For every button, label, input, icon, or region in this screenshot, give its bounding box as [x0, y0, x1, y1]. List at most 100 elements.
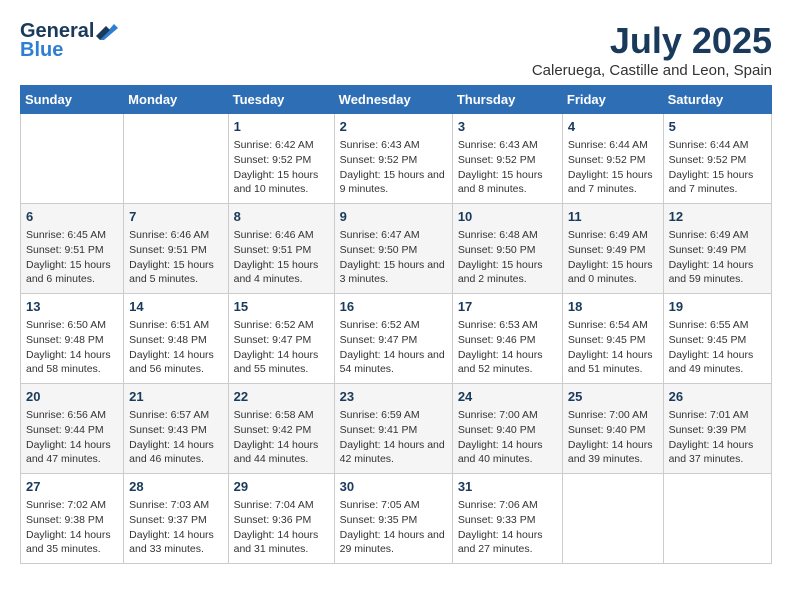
calendar-week-row-5: 27 Sunrise: 7:02 AMSunset: 9:38 PMDayligh… — [21, 474, 772, 564]
logo: General Blue — [20, 20, 118, 62]
calendar-cell: 27 Sunrise: 7:02 AMSunset: 9:38 PMDayligh… — [21, 474, 124, 564]
calendar-cell — [562, 474, 663, 564]
day-info: Sunrise: 6:50 AMSunset: 9:48 PMDaylight:… — [26, 318, 118, 377]
calendar-cell: 1 Sunrise: 6:42 AMSunset: 9:52 PMDaylight… — [228, 114, 334, 204]
day-number: 3 — [458, 118, 557, 136]
day-info: Sunrise: 6:46 AMSunset: 9:51 PMDaylight:… — [234, 228, 329, 287]
calendar-cell — [124, 114, 228, 204]
calendar-week-row-3: 13Sunrise: 6:50 AMSunset: 9:48 PMDayligh… — [21, 294, 772, 384]
calendar-cell: 10 Sunrise: 6:48 AMSunset: 9:50 PMDayligh… — [452, 204, 562, 294]
day-info: Sunrise: 7:05 AMSunset: 9:35 PMDaylight:… — [340, 498, 447, 557]
day-info: Sunrise: 6:48 AMSunset: 9:50 PMDaylight:… — [458, 228, 557, 287]
day-info: Sunrise: 7:02 AMSunset: 9:38 PMDaylight:… — [26, 498, 118, 557]
calendar-cell: 22 Sunrise: 6:58 AMSunset: 9:42 PMDayligh… — [228, 384, 334, 474]
day-number: 8 — [234, 208, 329, 226]
day-number: 10 — [458, 208, 557, 226]
calendar-cell: 21 Sunrise: 6:57 AMSunset: 9:43 PMDayligh… — [124, 384, 228, 474]
day-info: Sunrise: 6:44 AMSunset: 9:52 PMDaylight:… — [669, 138, 766, 197]
calendar-cell: 19 Sunrise: 6:55 AMSunset: 9:45 PMDayligh… — [663, 294, 771, 384]
day-info: Sunrise: 6:49 AMSunset: 9:49 PMDaylight:… — [568, 228, 658, 287]
day-number: 22 — [234, 388, 329, 406]
day-number: 29 — [234, 478, 329, 496]
calendar-cell: 5 Sunrise: 6:44 AMSunset: 9:52 PMDaylight… — [663, 114, 771, 204]
calendar-cell: 26 Sunrise: 7:01 AMSunset: 9:39 PMDayligh… — [663, 384, 771, 474]
day-number: 5 — [669, 118, 766, 136]
day-number: 2 — [340, 118, 447, 136]
calendar-cell: 14 Sunrise: 6:51 AMSunset: 9:48 PMDayligh… — [124, 294, 228, 384]
day-number: 21 — [129, 388, 222, 406]
logo-blue: Blue — [20, 39, 63, 62]
title-block: July 2025 Caleruega, Castille and Leon, … — [532, 20, 772, 79]
day-number: 18 — [568, 298, 658, 316]
day-number: 6 — [26, 208, 118, 226]
calendar-cell: 20 Sunrise: 6:56 AMSunset: 9:44 PMDayligh… — [21, 384, 124, 474]
day-number: 25 — [568, 388, 658, 406]
calendar-week-row-2: 6Sunrise: 6:45 AMSunset: 9:51 PMDaylight… — [21, 204, 772, 294]
day-number: 26 — [669, 388, 766, 406]
day-number: 1 — [234, 118, 329, 136]
header-thursday: Thursday — [452, 86, 562, 114]
day-info: Sunrise: 6:51 AMSunset: 9:48 PMDaylight:… — [129, 318, 222, 377]
calendar-cell: 9Sunrise: 6:47 AMSunset: 9:50 PMDaylight… — [334, 204, 452, 294]
day-info: Sunrise: 7:00 AMSunset: 9:40 PMDaylight:… — [568, 408, 658, 467]
calendar-cell: 29Sunrise: 7:04 AMSunset: 9:36 PMDayligh… — [228, 474, 334, 564]
calendar-week-row-4: 20 Sunrise: 6:56 AMSunset: 9:44 PMDayligh… — [21, 384, 772, 474]
calendar-cell: 17Sunrise: 6:53 AMSunset: 9:46 PMDayligh… — [452, 294, 562, 384]
day-info: Sunrise: 6:42 AMSunset: 9:52 PMDaylight:… — [234, 138, 329, 197]
day-number: 24 — [458, 388, 557, 406]
day-number: 31 — [458, 478, 557, 496]
calendar-cell: 31 Sunrise: 7:06 AMSunset: 9:33 PMDayligh… — [452, 474, 562, 564]
day-info: Sunrise: 6:47 AMSunset: 9:50 PMDaylight:… — [340, 228, 447, 287]
calendar-cell: 6Sunrise: 6:45 AMSunset: 9:51 PMDaylight… — [21, 204, 124, 294]
day-info: Sunrise: 6:46 AMSunset: 9:51 PMDaylight:… — [129, 228, 222, 287]
calendar-cell: 15Sunrise: 6:52 AMSunset: 9:47 PMDayligh… — [228, 294, 334, 384]
calendar-cell: 8 Sunrise: 6:46 AMSunset: 9:51 PMDaylight… — [228, 204, 334, 294]
calendar-table: Sunday Monday Tuesday Wednesday Thursday… — [20, 85, 772, 564]
header-monday: Monday — [124, 86, 228, 114]
calendar-cell: 11 Sunrise: 6:49 AMSunset: 9:49 PMDayligh… — [562, 204, 663, 294]
day-number: 17 — [458, 298, 557, 316]
day-info: Sunrise: 6:52 AMSunset: 9:47 PMDaylight:… — [340, 318, 447, 377]
day-info: Sunrise: 6:56 AMSunset: 9:44 PMDaylight:… — [26, 408, 118, 467]
calendar-cell: 2 Sunrise: 6:43 AMSunset: 9:52 PMDaylight… — [334, 114, 452, 204]
calendar-cell: 3 Sunrise: 6:43 AMSunset: 9:52 PMDaylight… — [452, 114, 562, 204]
day-info: Sunrise: 6:58 AMSunset: 9:42 PMDaylight:… — [234, 408, 329, 467]
day-number: 30 — [340, 478, 447, 496]
day-info: Sunrise: 7:06 AMSunset: 9:33 PMDaylight:… — [458, 498, 557, 557]
day-info: Sunrise: 6:44 AMSunset: 9:52 PMDaylight:… — [568, 138, 658, 197]
day-info: Sunrise: 7:03 AMSunset: 9:37 PMDaylight:… — [129, 498, 222, 557]
day-number: 19 — [669, 298, 766, 316]
day-info: Sunrise: 6:59 AMSunset: 9:41 PMDaylight:… — [340, 408, 447, 467]
calendar-header-row: Sunday Monday Tuesday Wednesday Thursday… — [21, 86, 772, 114]
day-number: 4 — [568, 118, 658, 136]
header-saturday: Saturday — [663, 86, 771, 114]
day-number: 20 — [26, 388, 118, 406]
calendar-cell: 24 Sunrise: 7:00 AMSunset: 9:40 PMDayligh… — [452, 384, 562, 474]
day-number: 11 — [568, 208, 658, 226]
page-header: General Blue July 2025 Caleruega, Castil… — [20, 20, 772, 79]
calendar-cell: 13Sunrise: 6:50 AMSunset: 9:48 PMDayligh… — [21, 294, 124, 384]
calendar-cell: 30 Sunrise: 7:05 AMSunset: 9:35 PMDayligh… — [334, 474, 452, 564]
day-info: Sunrise: 6:43 AMSunset: 9:52 PMDaylight:… — [340, 138, 447, 197]
day-info: Sunrise: 6:43 AMSunset: 9:52 PMDaylight:… — [458, 138, 557, 197]
calendar-cell: 12Sunrise: 6:49 AMSunset: 9:49 PMDayligh… — [663, 204, 771, 294]
day-number: 7 — [129, 208, 222, 226]
calendar-cell: 4 Sunrise: 6:44 AMSunset: 9:52 PMDaylight… — [562, 114, 663, 204]
day-number: 14 — [129, 298, 222, 316]
day-info: Sunrise: 6:55 AMSunset: 9:45 PMDaylight:… — [669, 318, 766, 377]
day-info: Sunrise: 7:01 AMSunset: 9:39 PMDaylight:… — [669, 408, 766, 467]
header-friday: Friday — [562, 86, 663, 114]
calendar-cell: 7 Sunrise: 6:46 AMSunset: 9:51 PMDaylight… — [124, 204, 228, 294]
calendar-cell: 25 Sunrise: 7:00 AMSunset: 9:40 PMDayligh… — [562, 384, 663, 474]
month-year-title: July 2025 — [532, 20, 772, 62]
day-number: 27 — [26, 478, 118, 496]
day-info: Sunrise: 7:00 AMSunset: 9:40 PMDaylight:… — [458, 408, 557, 467]
calendar-week-row-1: 1 Sunrise: 6:42 AMSunset: 9:52 PMDaylight… — [21, 114, 772, 204]
calendar-cell — [21, 114, 124, 204]
day-number: 16 — [340, 298, 447, 316]
header-tuesday: Tuesday — [228, 86, 334, 114]
day-info: Sunrise: 6:54 AMSunset: 9:45 PMDaylight:… — [568, 318, 658, 377]
day-info: Sunrise: 6:57 AMSunset: 9:43 PMDaylight:… — [129, 408, 222, 467]
day-number: 15 — [234, 298, 329, 316]
calendar-cell: 28Sunrise: 7:03 AMSunset: 9:37 PMDayligh… — [124, 474, 228, 564]
